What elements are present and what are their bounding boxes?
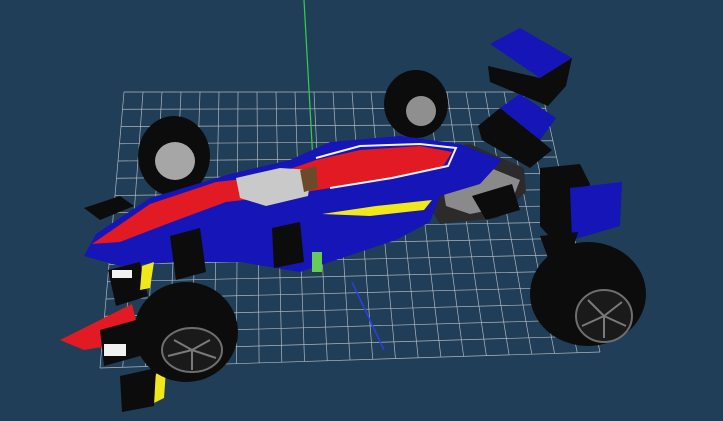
side-pod-blue-panel	[570, 182, 622, 240]
3d-viewport[interactable]	[0, 0, 723, 421]
front-wing-yellow-tab-upper	[140, 262, 154, 290]
front-wing-white-marker-upper	[112, 270, 132, 278]
camera-pivot-marker	[312, 252, 322, 272]
front-left-wheel	[134, 282, 238, 382]
rear-right-wheel	[384, 70, 448, 138]
front-wing-black-plate	[120, 368, 156, 412]
front-right-wheel	[530, 242, 646, 346]
rear-wing	[478, 28, 572, 168]
grid-line-row	[122, 107, 546, 110]
scene-canvas[interactable]	[0, 0, 723, 421]
front-wing-white-marker-lower	[104, 344, 126, 356]
